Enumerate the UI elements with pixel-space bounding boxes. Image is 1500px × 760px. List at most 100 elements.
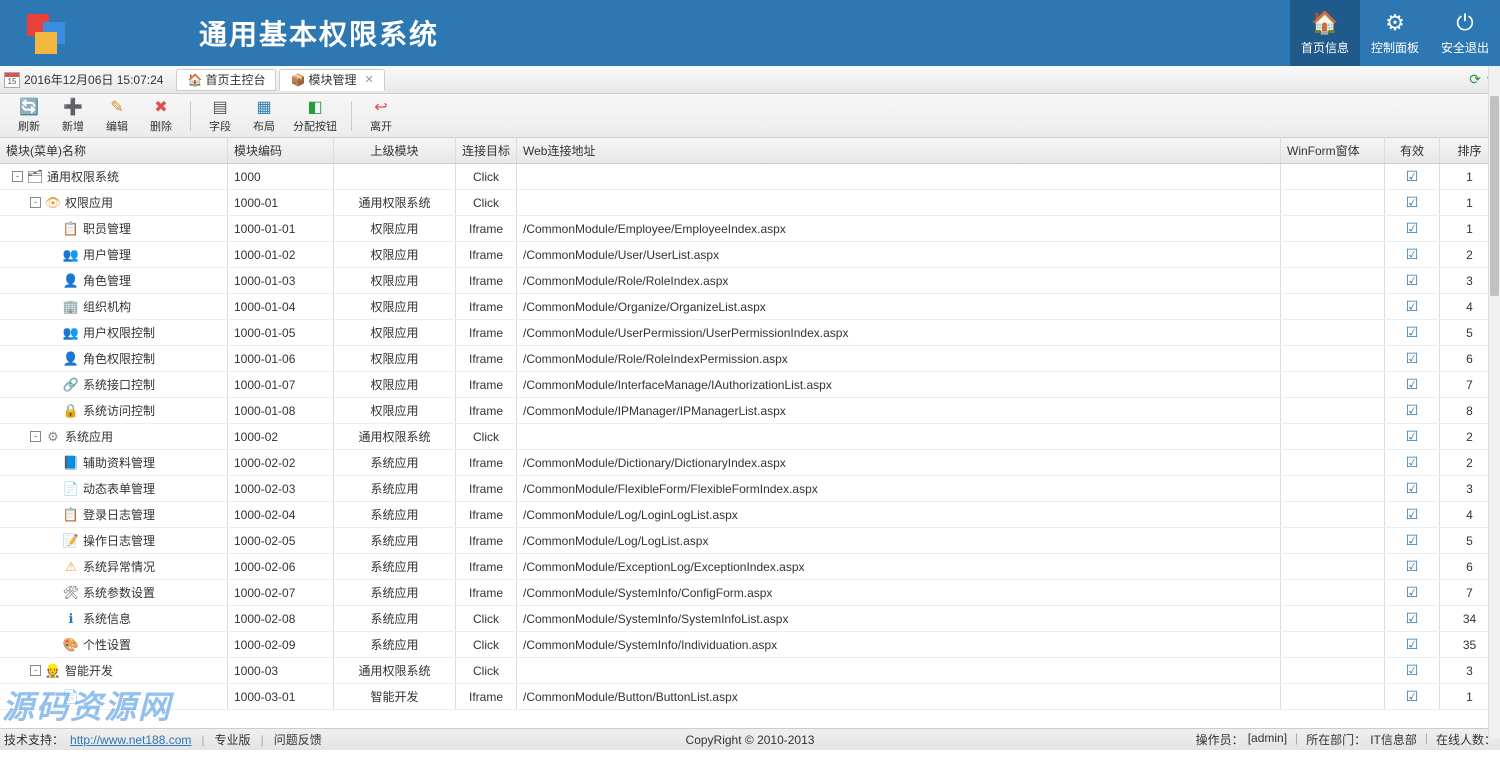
row-parent: 权限应用: [334, 268, 456, 293]
checkbox-icon[interactable]: ☑: [1406, 506, 1419, 523]
toolbar-btn-新增[interactable]: ➕新增: [52, 96, 94, 136]
table-row[interactable]: 👥用户管理 1000-01-02 权限应用 Iframe /CommonModu…: [0, 242, 1500, 268]
feedback-link[interactable]: 问题反馈: [274, 731, 322, 748]
checkbox-icon[interactable]: ☑: [1406, 610, 1419, 627]
app-title: 通用基本权限系统: [199, 13, 439, 53]
logo: [25, 12, 79, 54]
tech-support-link[interactable]: http://www.net188.com: [70, 733, 191, 747]
row-icon: 👁: [45, 195, 61, 211]
row-icon: ℹ: [63, 611, 79, 627]
table-row[interactable]: 👥用户权限控制 1000-01-05 权限应用 Iframe /CommonMo…: [0, 320, 1500, 346]
table-row[interactable]: 📄动态表单管理 1000-02-03 系统应用 Iframe /CommonMo…: [0, 476, 1500, 502]
checkbox-icon[interactable]: ☑: [1406, 246, 1419, 263]
table-row[interactable]: 🏢组织机构 1000-01-04 权限应用 Iframe /CommonModu…: [0, 294, 1500, 320]
col-header-valid[interactable]: 有效: [1385, 138, 1440, 163]
col-header-winform[interactable]: WinForm窗体: [1281, 138, 1385, 163]
table-row[interactable]: -👷智能开发 1000-03 通用权限系统 Click ☑ 3: [0, 658, 1500, 684]
toolbar-icon: ▤: [212, 97, 227, 117]
toolbar-label: 分配按钮: [293, 118, 337, 134]
scrollbar[interactable]: [1488, 66, 1500, 738]
checkbox-icon[interactable]: ☑: [1406, 688, 1419, 705]
row-icon: 🔒: [63, 403, 79, 419]
table-row[interactable]: 📘辅助资料管理 1000-02-02 系统应用 Iframe /CommonMo…: [0, 450, 1500, 476]
toolbar-btn-离开[interactable]: ↩离开: [360, 96, 402, 136]
row-parent: 通用权限系统: [334, 190, 456, 215]
toolbar-btn-布局[interactable]: ▦布局: [243, 96, 285, 136]
col-header-code[interactable]: 模块编码: [228, 138, 334, 163]
tab-0[interactable]: 🏠首页主控台: [176, 69, 276, 91]
header-nav-0[interactable]: 🏠首页信息: [1290, 0, 1360, 66]
table-row[interactable]: ℹ系统信息 1000-02-08 系统应用 Click /CommonModul…: [0, 606, 1500, 632]
table-row[interactable]: 📝操作日志管理 1000-02-05 系统应用 Iframe /CommonMo…: [0, 528, 1500, 554]
checkbox-icon[interactable]: ☑: [1406, 298, 1419, 315]
row-code: 1000-01: [228, 190, 334, 215]
table-row[interactable]: 📋职员管理 1000-01-01 权限应用 Iframe /CommonModu…: [0, 216, 1500, 242]
pro-version[interactable]: 专业版: [215, 731, 251, 748]
toolbar-btn-字段[interactable]: ▤字段: [199, 96, 241, 136]
table-row[interactable]: -⚙系统应用 1000-02 通用权限系统 Click ☑ 2: [0, 424, 1500, 450]
row-parent: 权限应用: [334, 294, 456, 319]
col-header-parent[interactable]: 上级模块: [334, 138, 456, 163]
checkbox-icon[interactable]: ☑: [1406, 220, 1419, 237]
table-row[interactable]: 🔒系统访问控制 1000-01-08 权限应用 Iframe /CommonMo…: [0, 398, 1500, 424]
checkbox-icon[interactable]: ☑: [1406, 324, 1419, 341]
col-header-name[interactable]: 模块(菜单)名称: [0, 138, 228, 163]
checkbox-icon[interactable]: ☑: [1406, 662, 1419, 679]
row-code: 1000-02-09: [228, 632, 334, 657]
row-target: Click: [456, 606, 517, 631]
col-header-url[interactable]: Web连接地址: [517, 138, 1281, 163]
scrollbar-thumb[interactable]: [1490, 96, 1499, 296]
table-row[interactable]: -👁权限应用 1000-01 通用权限系统 Click ☑ 1: [0, 190, 1500, 216]
checkbox-icon[interactable]: ☑: [1406, 480, 1419, 497]
table-row[interactable]: 🔗系统接口控制 1000-01-07 权限应用 Iframe /CommonMo…: [0, 372, 1500, 398]
row-url: /CommonModule/UserPermission/UserPermiss…: [517, 320, 1281, 345]
refresh-tabs-icon[interactable]: ⟳: [1469, 71, 1481, 88]
table-row[interactable]: 📄 1000-03-01 智能开发 Iframe /CommonModule/B…: [0, 684, 1500, 710]
row-target: Iframe: [456, 476, 517, 501]
checkbox-icon[interactable]: ☑: [1406, 350, 1419, 367]
table-row[interactable]: ⚠系统异常情况 1000-02-06 系统应用 Iframe /CommonMo…: [0, 554, 1500, 580]
row-code: 1000-03-01: [228, 684, 334, 709]
checkbox-icon[interactable]: ☑: [1406, 454, 1419, 471]
row-url: [517, 658, 1281, 683]
header-nav-2[interactable]: ⏻安全退出: [1430, 0, 1500, 66]
checkbox-icon[interactable]: ☑: [1406, 194, 1419, 211]
table-row[interactable]: -🗂通用权限系统 1000 Click ☑ 1: [0, 164, 1500, 190]
row-parent: 系统应用: [334, 606, 456, 631]
col-header-target[interactable]: 连接目标: [456, 138, 517, 163]
table-row[interactable]: 🛠系统参数设置 1000-02-07 系统应用 Iframe /CommonMo…: [0, 580, 1500, 606]
checkbox-icon[interactable]: ☑: [1406, 532, 1419, 549]
header-nav: 🏠首页信息⚙控制面板⏻安全退出: [1290, 0, 1500, 66]
toolbar-btn-分配按钮[interactable]: ◧分配按钮: [287, 96, 343, 136]
checkbox-icon[interactable]: ☑: [1406, 558, 1419, 575]
tree-toggle-icon[interactable]: -: [12, 171, 23, 182]
checkbox-icon[interactable]: ☑: [1406, 272, 1419, 289]
table-row[interactable]: 🎨个性设置 1000-02-09 系统应用 Click /CommonModul…: [0, 632, 1500, 658]
tree-toggle-icon[interactable]: -: [30, 197, 41, 208]
row-code: 1000-01-08: [228, 398, 334, 423]
tech-support-label: 技术支持：: [4, 731, 64, 748]
tree-toggle-icon[interactable]: -: [30, 431, 41, 442]
checkbox-icon[interactable]: ☑: [1406, 376, 1419, 393]
row-winform: [1281, 216, 1385, 241]
row-code: 1000-02-04: [228, 502, 334, 527]
checkbox-icon[interactable]: ☑: [1406, 402, 1419, 419]
close-icon[interactable]: ✕: [364, 73, 373, 86]
table-row[interactable]: 👤角色管理 1000-01-03 权限应用 Iframe /CommonModu…: [0, 268, 1500, 294]
tree-toggle-icon[interactable]: -: [30, 665, 41, 676]
row-name: 操作日志管理: [83, 532, 155, 549]
toolbar-btn-刷新[interactable]: 🔄刷新: [8, 96, 50, 136]
toolbar-btn-删除[interactable]: ✖删除: [140, 96, 182, 136]
header-nav-1[interactable]: ⚙控制面板: [1360, 0, 1430, 66]
row-icon: 📋: [63, 507, 79, 523]
tab-1[interactable]: 📦模块管理✕: [279, 69, 384, 91]
toolbar-label: 字段: [209, 118, 231, 134]
checkbox-icon[interactable]: ☑: [1406, 428, 1419, 445]
toolbar-btn-编辑[interactable]: ✎编辑: [96, 96, 138, 136]
checkbox-icon[interactable]: ☑: [1406, 584, 1419, 601]
row-winform: [1281, 658, 1385, 683]
table-row[interactable]: 👤角色权限控制 1000-01-06 权限应用 Iframe /CommonMo…: [0, 346, 1500, 372]
table-row[interactable]: 📋登录日志管理 1000-02-04 系统应用 Iframe /CommonMo…: [0, 502, 1500, 528]
checkbox-icon[interactable]: ☑: [1406, 636, 1419, 653]
checkbox-icon[interactable]: ☑: [1406, 168, 1419, 185]
